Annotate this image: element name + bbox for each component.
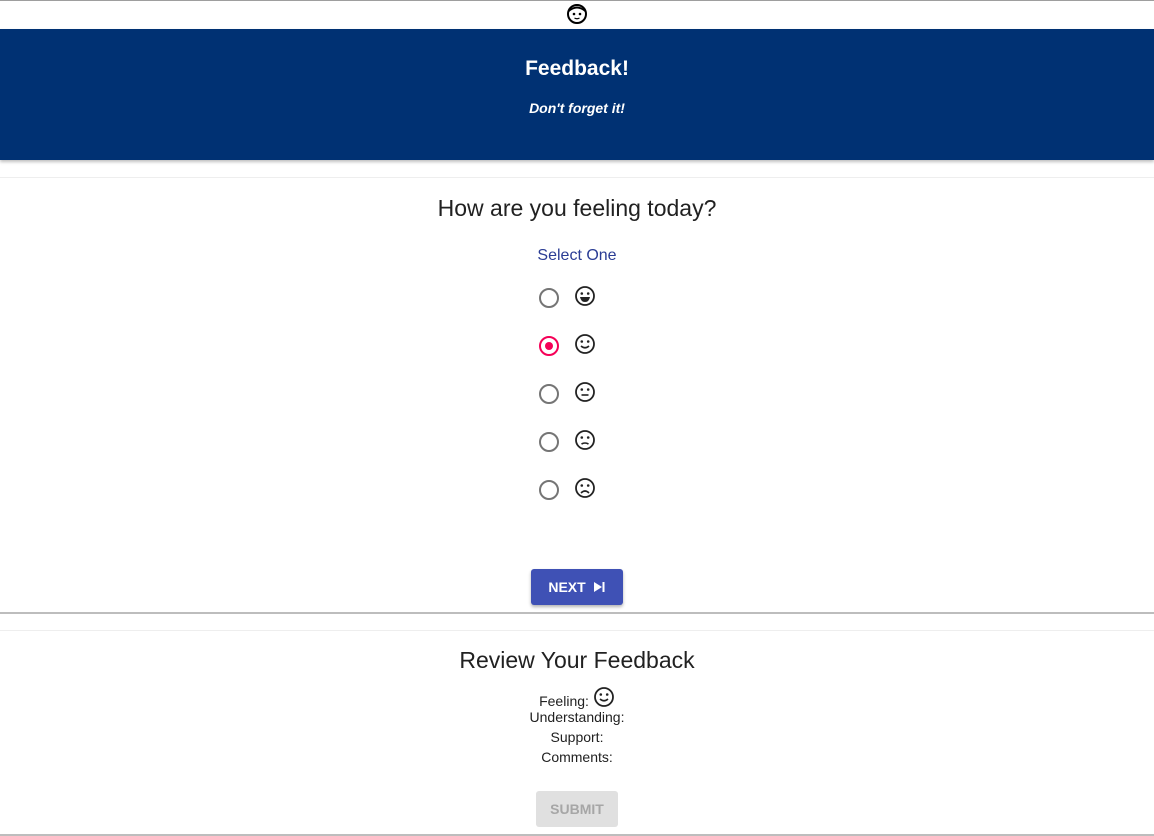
feeling-option-smiling[interactable] [536, 331, 616, 361]
next-button[interactable]: NEXT [531, 569, 623, 605]
review-card-top [0, 630, 1154, 631]
question-title: How are you feeling today? [437, 195, 717, 221]
review-support-label: Support: [550, 729, 604, 745]
review-feeling-label: Feeling: [539, 693, 589, 709]
page-header: Feedback! Don't forget it! [0, 29, 1154, 160]
question-card-bottom [0, 612, 1154, 614]
avatar-icon[interactable] [566, 3, 588, 25]
question-card-top [0, 177, 1154, 178]
select-one-label: Select One [537, 247, 617, 264]
skip-next-icon [593, 582, 605, 592]
review-comments-label: Comments: [541, 749, 613, 765]
submit-button[interactable]: SUBMIT [536, 791, 618, 827]
smiling-face-icon [594, 687, 614, 707]
radio-neutral[interactable] [539, 384, 559, 404]
page-title: Feedback! [525, 57, 629, 80]
review-understanding-label: Understanding: [529, 709, 625, 725]
feeling-option-slightly-frowning[interactable] [536, 427, 616, 457]
grinning-face-icon [575, 286, 595, 306]
feeling-option-frowning[interactable] [536, 475, 616, 505]
smiling-face-icon [575, 334, 595, 354]
radio-smiling[interactable] [539, 336, 559, 356]
next-button-label: NEXT [548, 579, 586, 595]
neutral-face-icon [575, 382, 595, 402]
page-subtitle: Don't forget it! [529, 100, 625, 116]
slightly-frowning-face-icon [575, 430, 595, 450]
review-feeling-row: Feeling: [0, 686, 1154, 709]
feeling-option-grinning[interactable] [536, 283, 616, 313]
app-bar [0, 1, 1154, 29]
frowning-face-icon [575, 478, 595, 498]
review-title: Review Your Feedback [459, 647, 695, 673]
radio-slightly-frowning[interactable] [539, 432, 559, 452]
radio-frowning[interactable] [539, 480, 559, 500]
feeling-option-neutral[interactable] [536, 379, 616, 409]
radio-grinning[interactable] [539, 288, 559, 308]
